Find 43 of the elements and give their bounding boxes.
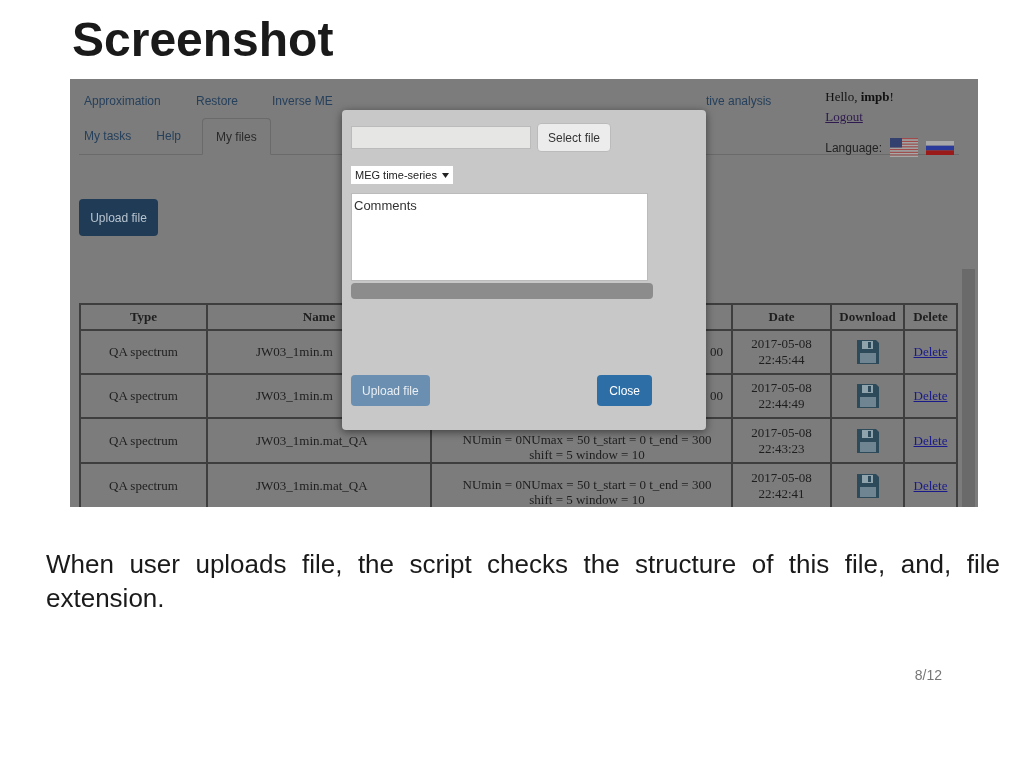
select-file-button[interactable]: Select file (537, 123, 612, 152)
russian-flag-icon[interactable] (926, 140, 954, 155)
nav-tab[interactable]: Approximation (84, 92, 196, 110)
time-text: 22:43:23 (757, 440, 806, 457)
nav-tab[interactable]: Inverse ME (272, 92, 706, 110)
nav-tab[interactable]: Restore (196, 92, 272, 110)
table-cell: QA spectrum (80, 374, 207, 418)
sub-tab[interactable]: My files (202, 118, 271, 155)
parameters-text: 00 (710, 388, 723, 403)
parameters-text: NUmin = 0NUmax = 50 t_start = 0 t_end = 300 shift = 5 window = 10 (461, 432, 713, 462)
date-text: 2017-05-08 (750, 424, 813, 441)
page-number: 8/12 (914, 666, 942, 685)
time-text: 22:45:44 (757, 352, 806, 368)
parameters-text: 00 (710, 344, 723, 359)
file-name-field[interactable] (351, 126, 531, 149)
upload-file-button[interactable]: Upload file (79, 199, 158, 236)
slide-caption: When user uploads file, the script checks the structure of this file, and, file extension. (46, 548, 1000, 615)
logout-link[interactable]: Logout (825, 106, 863, 126)
date-text: 2017-05-08 (750, 469, 813, 486)
column-header: Delete (904, 304, 957, 330)
table-cell: QA spectrum (80, 463, 207, 507)
sub-tab[interactable]: Help (152, 117, 186, 154)
greeting-text: Hello, impb! (825, 88, 894, 106)
time-text: 22:44:49 (757, 396, 806, 412)
time-text: 22:42:41 (757, 485, 806, 502)
language-label: Language: (825, 139, 882, 157)
table-cell: QA spectrum (80, 330, 207, 374)
close-button[interactable]: Close (597, 375, 652, 406)
date-text: 2017-05-08 (750, 336, 813, 352)
comments-field[interactable]: Comments (351, 193, 648, 281)
column-header: Date (732, 304, 831, 330)
column-header: Type (80, 304, 207, 330)
date-text: 2017-05-08 (750, 380, 813, 396)
caret-icon (441, 172, 449, 178)
file-type-select[interactable]: MEG time-series (351, 166, 453, 184)
column-header: Download (831, 304, 904, 330)
nav-tab[interactable]: tive analysis (706, 92, 772, 110)
us-flag-icon[interactable] (890, 138, 918, 157)
parameters-text: NUmin = 0NUmax = 50 t_start = 0 t_end = 300 shift = 5 window = 10 (461, 477, 713, 507)
slide-title: Screenshot (72, 12, 335, 68)
sub-tab[interactable]: My tasks (80, 117, 136, 154)
table-cell: QA spectrum (80, 418, 207, 463)
scrollbar[interactable] (962, 269, 975, 507)
